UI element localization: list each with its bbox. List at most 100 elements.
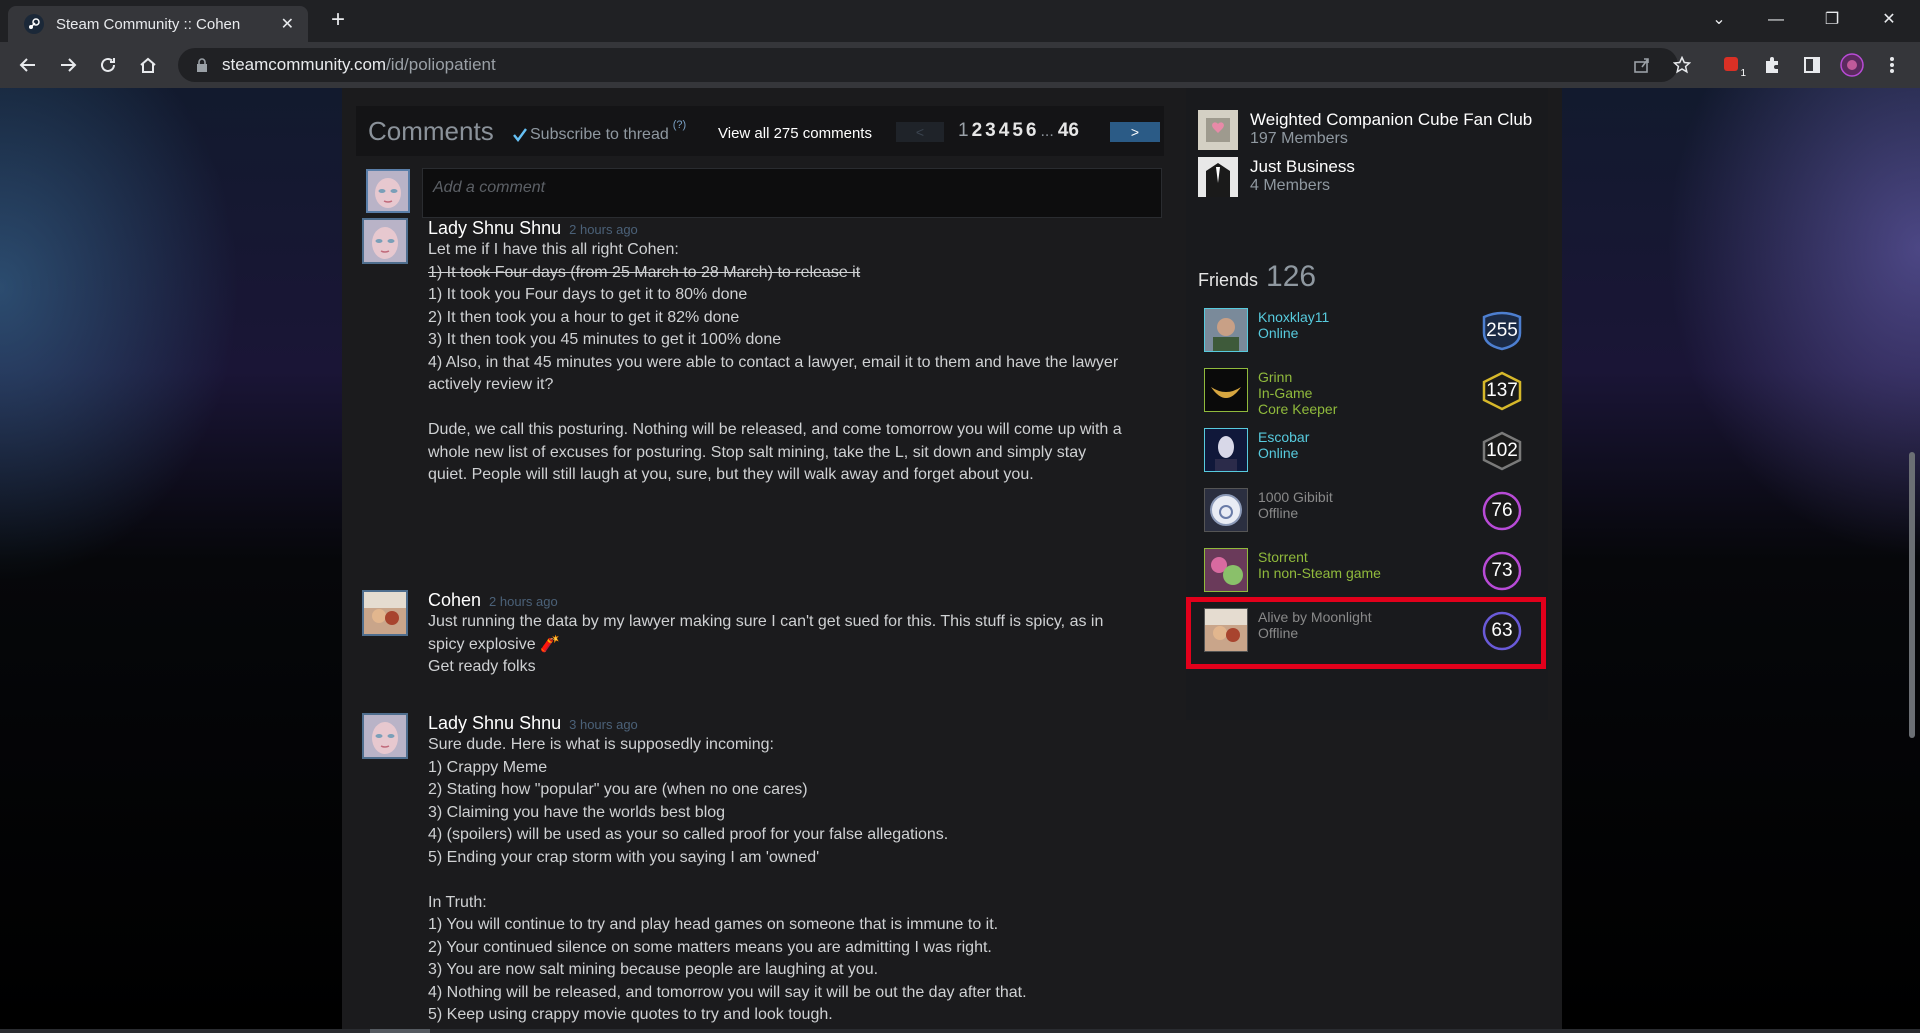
- comment-author[interactable]: Lady Shnu Shnu: [428, 713, 561, 733]
- restore-icon[interactable]: ❐: [1804, 0, 1860, 40]
- comment-line: 3) It then took you 45 minutes to get it…: [428, 331, 782, 348]
- share-icon[interactable]: [1628, 51, 1656, 79]
- browser-tab-bar: Steam Community :: Cohen ✕ + ⌄ — ❐ ✕: [0, 0, 1920, 42]
- help-marker[interactable]: (?): [673, 119, 686, 131]
- group-item[interactable]: Just Business 4 Members: [1198, 157, 1355, 197]
- view-all-comments-link[interactable]: View all 275 comments: [718, 125, 872, 142]
- commenter-avatar[interactable]: [362, 713, 408, 759]
- friend-level-badge: 73: [1480, 551, 1524, 591]
- friend-level: 102: [1486, 440, 1518, 461]
- friend-item[interactable]: Grinn In-Game Core Keeper 137: [1202, 365, 1532, 417]
- comment-line: Dude, we call this posturing. Nothing wi…: [428, 421, 1122, 483]
- friend-level-badge: 76: [1480, 491, 1524, 531]
- comment-line: 5) Keep using crappy movie quotes to try…: [428, 1006, 833, 1023]
- steam-icon: [24, 14, 44, 34]
- friend-status: Online: [1258, 325, 1299, 341]
- comment-line: Let me if I have this all right Cohen:: [428, 241, 679, 258]
- comment-author[interactable]: Cohen: [428, 590, 481, 610]
- friend-name: Grinn: [1258, 369, 1293, 385]
- page-link[interactable]: 1: [958, 120, 969, 142]
- friend-avatar: [1204, 308, 1248, 352]
- back-icon[interactable]: [14, 51, 42, 79]
- comment-body: Lady Shnu Shnu 2 hours ago Let me if I ha…: [428, 218, 1128, 487]
- browser-toolbar: steamcommunity.com/id/poliopatient 1: [0, 42, 1920, 88]
- comment-line: 3) You are now salt mining because peopl…: [428, 961, 879, 978]
- lock-icon[interactable]: [194, 57, 210, 73]
- side-panel-icon[interactable]: [1798, 51, 1826, 79]
- add-comment-input[interactable]: Add a comment: [422, 168, 1162, 218]
- friend-item[interactable]: Escobar Online 102: [1202, 425, 1532, 477]
- checkmark-icon[interactable]: [512, 127, 528, 143]
- comment-time: 3 hours ago: [569, 717, 638, 732]
- group-name[interactable]: Weighted Companion Cube Fan Club: [1250, 110, 1532, 130]
- friend-avatar: [1204, 488, 1248, 532]
- forward-icon[interactable]: [54, 51, 82, 79]
- minimize-icon[interactable]: —: [1748, 0, 1804, 40]
- page-link[interactable]: 6: [1026, 120, 1037, 142]
- comment-time: 2 hours ago: [569, 222, 638, 237]
- group-item[interactable]: Weighted Companion Cube Fan Club 197 Mem…: [1198, 110, 1532, 150]
- group-name[interactable]: Just Business: [1250, 157, 1355, 177]
- prev-page-button[interactable]: <: [896, 122, 944, 142]
- vertical-scrollbar-thumb[interactable]: [1909, 452, 1915, 738]
- highlight-box: [1186, 597, 1546, 669]
- friends-header[interactable]: Friends 126: [1198, 260, 1316, 294]
- browser-tab[interactable]: Steam Community :: Cohen ✕: [8, 6, 308, 42]
- comment-author[interactable]: Lady Shnu Shnu: [428, 218, 561, 238]
- comment-line: 4) (spoilers) will be used as your so ca…: [428, 826, 949, 843]
- tab-search-icon[interactable]: ⌄: [1691, 0, 1747, 40]
- comment-line: 1) Crappy Meme: [428, 758, 548, 776]
- comment-line: Just running the data by my lawyer makin…: [428, 613, 1104, 653]
- horizontal-scrollbar[interactable]: [0, 1029, 1920, 1033]
- friend-avatar: [1204, 428, 1248, 472]
- tab-close-icon[interactable]: ✕: [281, 14, 294, 34]
- current-user-avatar: [366, 169, 410, 213]
- subscribe-checkbox[interactable]: Subscribe to thread (?): [512, 119, 686, 144]
- friend-status: In non-Steam game: [1258, 565, 1381, 581]
- comment-line: 5) Ending your crap storm with you sayin…: [428, 848, 820, 866]
- friend-game: Core Keeper: [1258, 401, 1338, 417]
- page-link-last[interactable]: 46: [1058, 120, 1079, 142]
- comment-line: 4) Also, in that 45 minutes you were abl…: [428, 353, 1119, 394]
- comment-line: 1) You will continue to try and play hea…: [428, 916, 999, 933]
- address-bar[interactable]: steamcommunity.com/id/poliopatient: [178, 48, 1678, 82]
- commenter-avatar[interactable]: [362, 590, 408, 636]
- comment-line: 2) Stating how "popular" you are (when n…: [428, 781, 808, 798]
- comment-body: Cohen 2 hours ago Just running the data b…: [428, 590, 1128, 679]
- friend-name: Knoxklay11: [1258, 309, 1330, 325]
- horizontal-scrollbar-thumb[interactable]: [370, 1029, 430, 1033]
- profile-avatar-icon[interactable]: [1838, 51, 1866, 79]
- friend-name: Escobar: [1258, 429, 1310, 445]
- friend-level: 137: [1486, 380, 1518, 401]
- window-close-icon[interactable]: ✕: [1861, 0, 1917, 40]
- new-tab-button[interactable]: +: [324, 6, 352, 34]
- comments-header: Comments Subscribe to thread (?) View al…: [356, 106, 1164, 156]
- page-link[interactable]: 3: [985, 120, 996, 142]
- group-members: 197 Members: [1250, 130, 1348, 147]
- url-text: steamcommunity.com/id/poliopatient: [222, 55, 496, 74]
- page-link[interactable]: 2: [972, 120, 983, 142]
- friend-info: 1000 Gibibit Offline: [1258, 489, 1333, 521]
- friend-item[interactable]: Knoxklay11 Online 255: [1202, 305, 1532, 357]
- friend-name: 1000 Gibibit: [1258, 489, 1333, 505]
- extensions-puzzle-icon[interactable]: [1758, 51, 1786, 79]
- pagination: 1 2 3 4 5 6 ... 46: [958, 120, 1082, 142]
- extension-badge-count: 1: [1740, 68, 1746, 79]
- pagination-ellipsis: ...: [1040, 123, 1054, 140]
- comment-body: Lady Shnu Shnu 3 hours ago Sure dude. Her…: [428, 713, 1128, 1027]
- comment-line: 2) It then took you a hour to get it 82%…: [428, 308, 740, 326]
- friends-count: 126: [1266, 260, 1317, 293]
- page-link[interactable]: 5: [1012, 120, 1023, 142]
- reload-icon[interactable]: [94, 51, 122, 79]
- group-members: 4 Members: [1250, 177, 1331, 194]
- home-icon[interactable]: [134, 51, 162, 79]
- friend-item[interactable]: 1000 Gibibit Offline 76: [1202, 485, 1532, 537]
- chrome-menu-icon[interactable]: [1878, 51, 1906, 79]
- commenter-avatar[interactable]: [362, 218, 408, 264]
- companion-cube-icon: [1198, 110, 1238, 150]
- friend-item[interactable]: Storrent In non-Steam game 73: [1202, 545, 1532, 597]
- next-page-button[interactable]: >: [1110, 122, 1160, 142]
- bookmark-star-icon[interactable]: [1668, 51, 1696, 79]
- extension-badge-icon[interactable]: 1: [1718, 51, 1746, 79]
- page-link[interactable]: 4: [999, 120, 1010, 142]
